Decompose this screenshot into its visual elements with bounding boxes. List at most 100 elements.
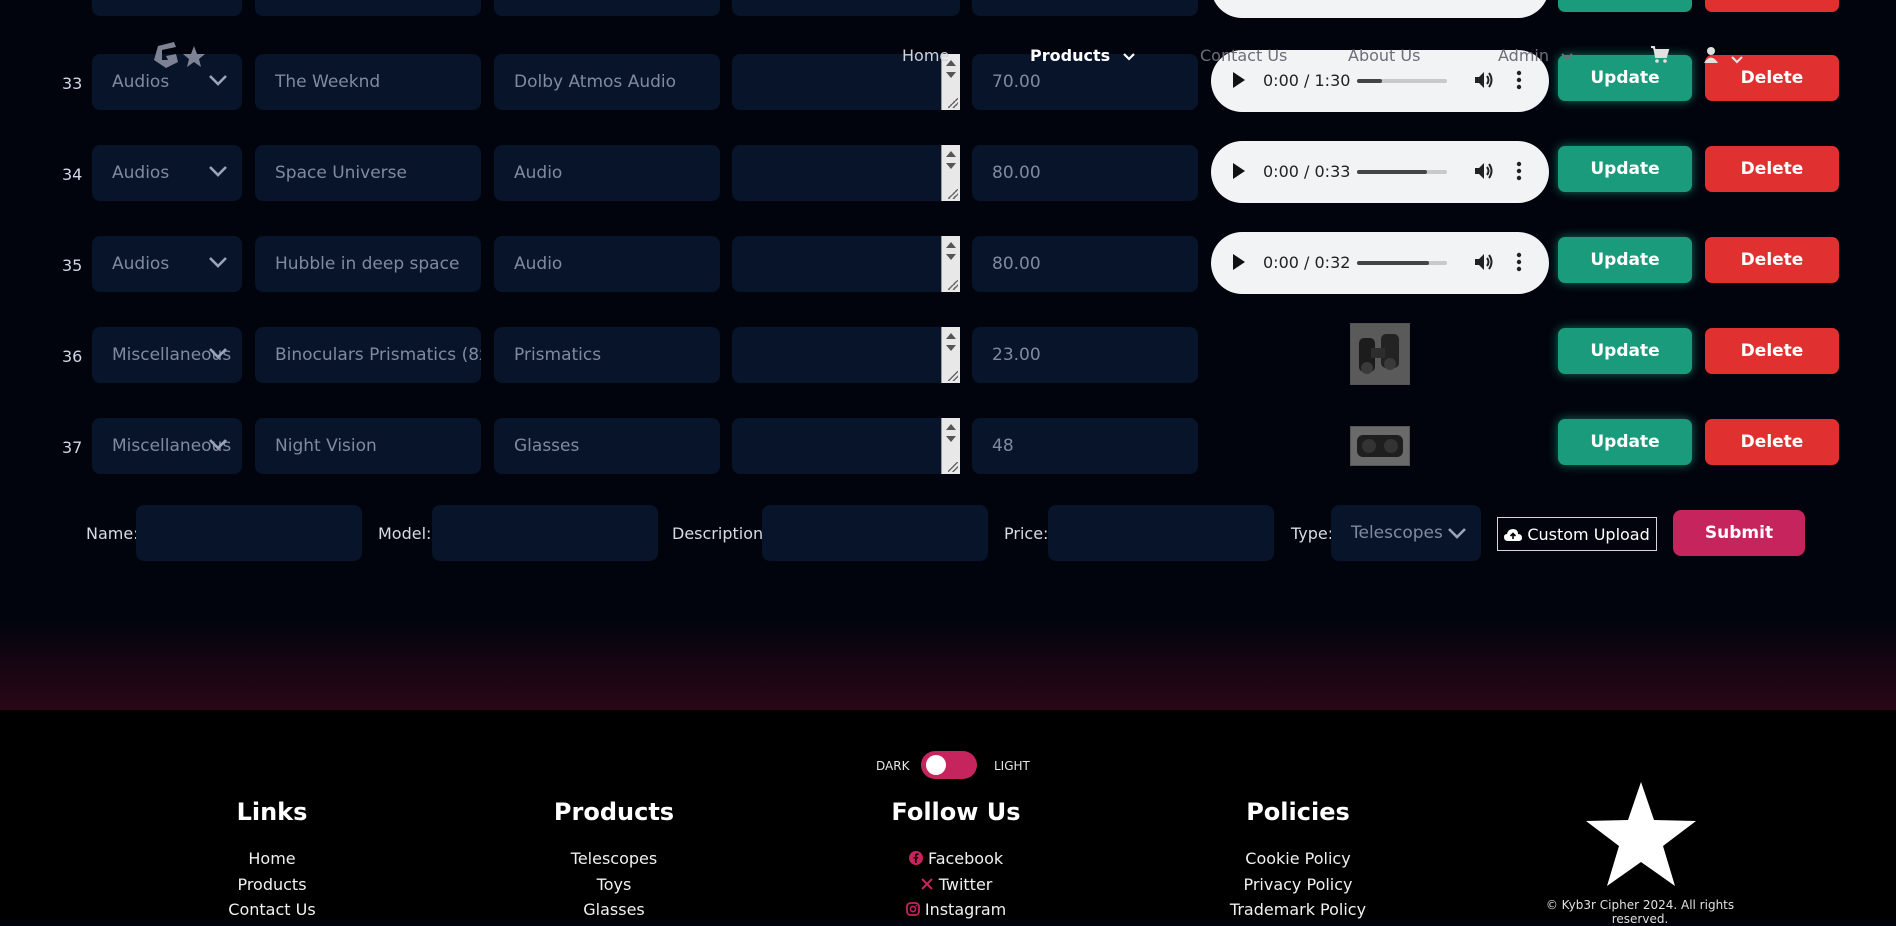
audio-time: 0:00 / 1:30 bbox=[1263, 71, 1351, 90]
play-icon[interactable] bbox=[1233, 163, 1245, 179]
model-input[interactable]: Audio bbox=[494, 236, 720, 292]
play-icon[interactable] bbox=[1233, 254, 1245, 270]
audio-player[interactable] bbox=[1211, 0, 1549, 18]
update-button[interactable]: Update bbox=[1558, 419, 1692, 465]
nav-about[interactable]: About Us bbox=[1348, 46, 1420, 65]
user-menu[interactable] bbox=[1703, 46, 1743, 68]
x-twitter-icon bbox=[920, 878, 933, 890]
submit-button[interactable]: Submit bbox=[1673, 510, 1805, 556]
volume-icon[interactable] bbox=[1473, 70, 1495, 90]
new-name-input[interactable] bbox=[136, 505, 362, 561]
footer-link-facebook[interactable]: Facebook bbox=[836, 849, 1076, 868]
spinner-icon[interactable] bbox=[941, 418, 960, 474]
new-description-input[interactable] bbox=[762, 505, 988, 561]
name-label: Name: bbox=[86, 524, 139, 543]
new-price-input[interactable] bbox=[1048, 505, 1274, 561]
play-icon[interactable] bbox=[1233, 72, 1245, 88]
facebook-icon bbox=[908, 851, 923, 865]
model-input[interactable]: Glasses bbox=[494, 418, 720, 474]
category-select[interactable]: Audios bbox=[92, 145, 242, 201]
audio-progress[interactable] bbox=[1357, 170, 1447, 174]
nav-contact[interactable]: Contact Us bbox=[1200, 46, 1287, 65]
more-options-icon[interactable] bbox=[1516, 161, 1522, 181]
more-options-icon[interactable] bbox=[1516, 70, 1522, 90]
name-input[interactable]: Hubble in deep space bbox=[255, 236, 481, 292]
footer: DARK LIGHT Links Home Products Contact U… bbox=[0, 710, 1896, 926]
audio-progress-fill bbox=[1357, 79, 1383, 83]
delete-button[interactable]: Delete bbox=[1705, 328, 1839, 374]
price-input[interactable]: 48 bbox=[972, 418, 1198, 474]
category-select[interactable]: Miscellaneous bbox=[92, 327, 242, 383]
delete-button[interactable]: Delete bbox=[1705, 237, 1839, 283]
theme-toggle-knob bbox=[926, 755, 946, 775]
custom-upload-label: Custom Upload bbox=[1527, 525, 1650, 544]
nav-home[interactable]: Home bbox=[902, 46, 949, 65]
delete-button[interactable]: Delete bbox=[1705, 146, 1839, 192]
custom-upload-button[interactable]: Custom Upload bbox=[1497, 517, 1657, 551]
star-logo-icon bbox=[1586, 782, 1696, 886]
update-button[interactable]: Update bbox=[1558, 237, 1692, 283]
description-textarea[interactable] bbox=[732, 418, 960, 474]
more-options-icon[interactable] bbox=[1516, 252, 1522, 272]
footer-link-contact[interactable]: Contact Us bbox=[152, 900, 392, 919]
product-image bbox=[1350, 323, 1410, 385]
description-textarea[interactable] bbox=[732, 327, 960, 383]
category-select[interactable]: Miscellaneous bbox=[92, 418, 242, 474]
footer-link-toys[interactable]: Toys bbox=[494, 875, 734, 894]
model-input[interactable]: Prismatics bbox=[494, 327, 720, 383]
model-input[interactable] bbox=[494, 0, 720, 16]
audio-player[interactable]: 0:00 / 0:32 bbox=[1211, 232, 1549, 294]
logo-icon[interactable] bbox=[150, 38, 210, 72]
footer-follow-title: Follow Us bbox=[891, 798, 1021, 826]
chevron-down-icon bbox=[209, 166, 227, 177]
model-input[interactable]: Audio bbox=[494, 145, 720, 201]
spinner-icon[interactable] bbox=[941, 145, 960, 201]
footer-link-products[interactable]: Products bbox=[152, 875, 392, 894]
spinner-icon[interactable] bbox=[941, 236, 960, 292]
new-model-input[interactable] bbox=[432, 505, 658, 561]
update-button[interactable] bbox=[1558, 0, 1692, 12]
name-input[interactable]: Binoculars Prismatics (8x bbox=[255, 327, 481, 383]
audio-player[interactable]: 0:00 / 0:33 bbox=[1211, 141, 1549, 203]
name-input[interactable]: Space Universe bbox=[255, 145, 481, 201]
category-select[interactable]: Audios bbox=[92, 236, 242, 292]
description-textarea[interactable] bbox=[732, 145, 960, 201]
name-input[interactable]: The Weeknd bbox=[255, 54, 481, 110]
audio-progress[interactable] bbox=[1357, 261, 1447, 265]
spinner-icon[interactable] bbox=[941, 327, 960, 383]
footer-link-trademark-policy[interactable]: Trademark Policy bbox=[1178, 900, 1418, 919]
cart-icon[interactable] bbox=[1650, 46, 1670, 64]
price-input[interactable] bbox=[972, 0, 1198, 16]
footer-link-cookie-policy[interactable]: Cookie Policy bbox=[1178, 849, 1418, 868]
price-input[interactable]: 80.00 bbox=[972, 236, 1198, 292]
update-button[interactable]: Update bbox=[1558, 328, 1692, 374]
binoculars-icon bbox=[1351, 324, 1409, 384]
update-button[interactable]: Update bbox=[1558, 55, 1692, 101]
footer-link-telescopes[interactable]: Telescopes bbox=[494, 849, 734, 868]
type-select[interactable]: Telescopes bbox=[1331, 505, 1481, 561]
description-textarea[interactable] bbox=[732, 236, 960, 292]
delete-button[interactable]: Delete bbox=[1705, 419, 1839, 465]
nav-products[interactable]: Products bbox=[1030, 46, 1135, 65]
theme-toggle[interactable] bbox=[921, 751, 977, 779]
volume-icon[interactable] bbox=[1473, 252, 1495, 272]
footer-link-twitter[interactable]: Twitter bbox=[836, 875, 1076, 894]
audio-progress[interactable] bbox=[1357, 79, 1447, 83]
volume-icon[interactable] bbox=[1473, 161, 1495, 181]
name-input[interactable]: Night Vision bbox=[255, 418, 481, 474]
update-button[interactable]: Update bbox=[1558, 146, 1692, 192]
footer-link-instagram[interactable]: Instagram bbox=[836, 900, 1076, 919]
price-input[interactable]: 80.00 bbox=[972, 145, 1198, 201]
nav-admin[interactable]: Admin bbox=[1498, 46, 1573, 65]
footer-link-privacy-policy[interactable]: Privacy Policy bbox=[1178, 875, 1418, 894]
delete-button[interactable] bbox=[1705, 0, 1839, 12]
price-input[interactable]: 23.00 bbox=[972, 327, 1198, 383]
name-input[interactable] bbox=[255, 0, 481, 16]
footer-link-home[interactable]: Home bbox=[152, 849, 392, 868]
footer-link-glasses[interactable]: Glasses bbox=[494, 900, 734, 919]
category-select[interactable] bbox=[92, 0, 242, 16]
model-input[interactable]: Dolby Atmos Audio bbox=[494, 54, 720, 110]
theme-light-label: LIGHT bbox=[994, 759, 1030, 773]
table-row: 37 Miscellaneous Night Vision Glasses 48… bbox=[0, 414, 1896, 484]
description-textarea[interactable] bbox=[732, 0, 960, 16]
